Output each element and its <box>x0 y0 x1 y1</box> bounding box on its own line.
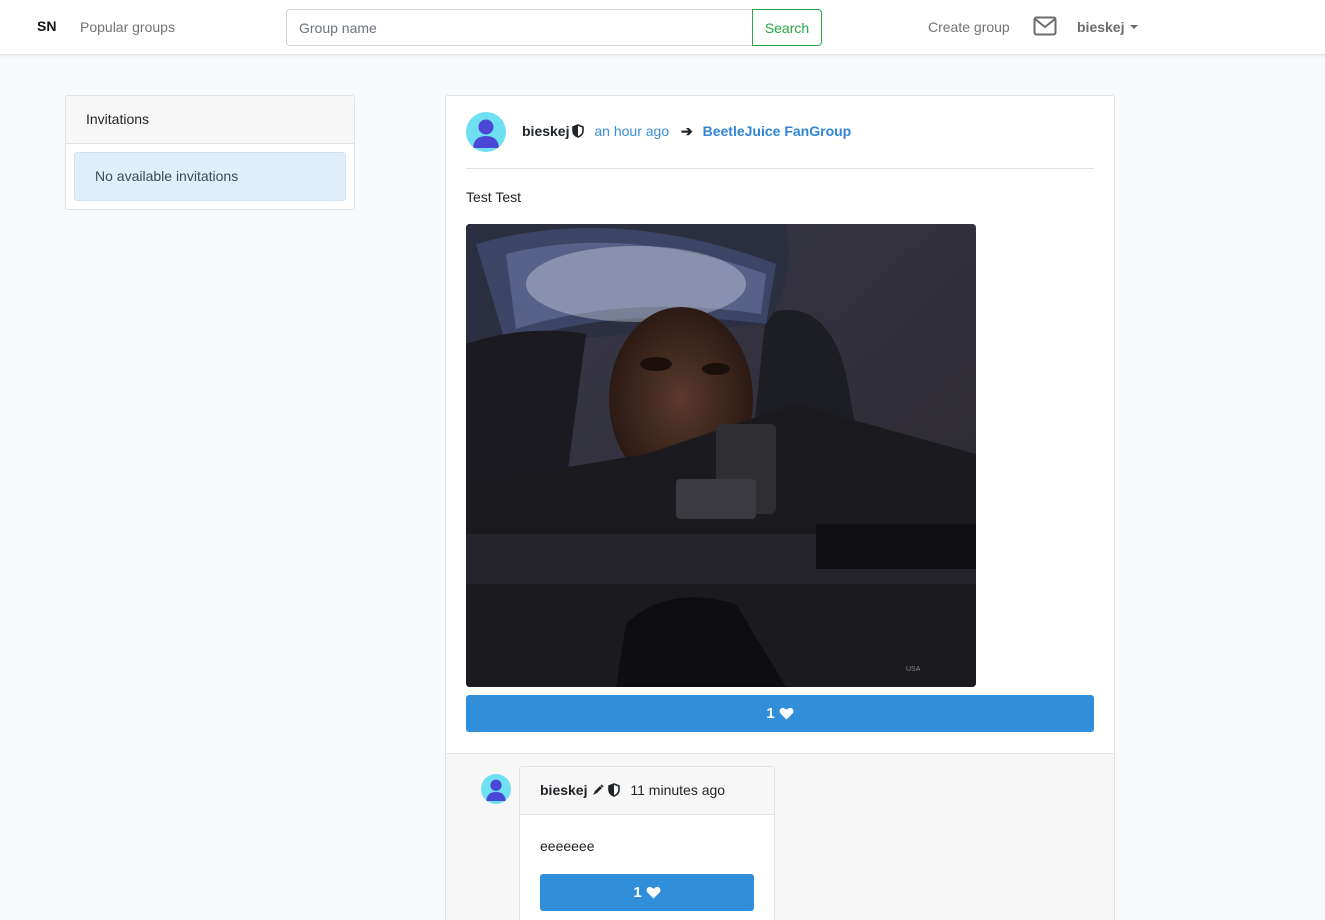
popular-groups-link[interactable]: Popular groups <box>80 19 175 35</box>
arrow-right-icon: ➔ <box>681 123 693 139</box>
invitations-title: Invitations <box>66 96 354 144</box>
post-like-count: 1 <box>766 705 775 722</box>
heart-icon <box>779 707 794 720</box>
post-timestamp[interactable]: an hour ago <box>594 123 669 139</box>
comment-text: eeeeeee <box>540 838 595 854</box>
post-card: bieskej an hour ago ➔ BeetleJuice FanGro… <box>445 95 1115 920</box>
search-button[interactable]: Search <box>752 9 822 46</box>
user-dropdown[interactable]: bieskej <box>1077 19 1139 35</box>
heart-icon <box>646 886 661 899</box>
post-text: Test Test <box>466 189 521 205</box>
group-link[interactable]: BeetleJuice FanGroup <box>703 123 852 139</box>
post-like-button[interactable]: 1 <box>466 695 1094 732</box>
post-image: USA <box>466 224 976 687</box>
create-group-link[interactable]: Create group <box>928 19 1010 35</box>
post-author[interactable]: bieskej <box>522 123 569 139</box>
comments-section: bieskej 11 minutes ago eeeeeee 1 <box>446 753 1114 920</box>
top-navbar: SN Popular groups Search Create group bi… <box>0 0 1325 55</box>
comment-like-count: 1 <box>633 884 642 901</box>
caret-down-icon <box>1130 25 1139 29</box>
comment-header: bieskej 11 minutes ago <box>520 767 774 815</box>
username-label: bieskej <box>1077 19 1125 35</box>
post-meta: bieskej an hour ago ➔ BeetleJuice FanGro… <box>522 123 851 140</box>
brand-logo[interactable]: SN <box>37 18 56 34</box>
svg-text:USA: USA <box>906 666 921 673</box>
comment-like-button[interactable]: 1 <box>540 874 754 911</box>
shield-icon <box>608 783 621 797</box>
envelope-icon[interactable] <box>1033 16 1057 36</box>
group-search-input[interactable] <box>286 9 753 46</box>
comment-timestamp: 11 minutes ago <box>630 782 726 798</box>
invitations-card: Invitations No available invitations <box>65 95 355 210</box>
comment-card: bieskej 11 minutes ago eeeeeee 1 <box>519 766 775 920</box>
user-avatar-icon[interactable] <box>481 774 511 804</box>
comment-author[interactable]: bieskej <box>540 782 587 798</box>
no-invitations-alert: No available invitations <box>74 152 346 201</box>
user-avatar-icon[interactable] <box>466 112 506 152</box>
post-divider <box>466 168 1094 169</box>
pen-icon <box>593 784 605 795</box>
shield-icon <box>572 124 585 138</box>
